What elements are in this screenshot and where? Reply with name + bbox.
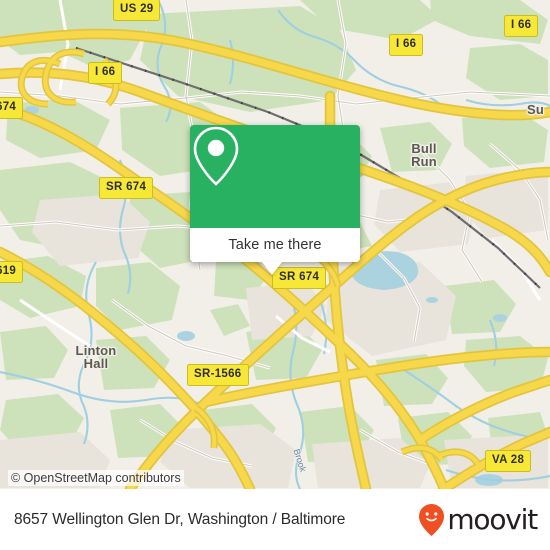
highway-shield-sr-1566[interactable]: SR-1566: [187, 364, 249, 386]
moovit-smiley-pin-icon: [419, 503, 445, 536]
popup-footer[interactable]: Take me there: [190, 228, 360, 275]
highway-shield-sr-674-west[interactable]: SR 674: [99, 177, 154, 199]
map-screenshot: Bull Run Linton Hall Su Brook US 29 I 66…: [0, 0, 550, 550]
highway-shield-us-29[interactable]: US 29: [113, 0, 161, 21]
take-me-there-label: Take me there: [228, 237, 322, 253]
popup-header: [190, 125, 360, 228]
highway-shield-i-66-east[interactable]: I 66: [504, 15, 539, 37]
highway-shield-va-28[interactable]: VA 28: [485, 450, 532, 472]
moovit-brand[interactable]: moovit: [418, 502, 538, 537]
popup-pointer: [262, 262, 282, 275]
moovit-wordmark: moovit: [447, 502, 538, 536]
location-popup[interactable]: Take me there: [190, 125, 360, 275]
map-pin-icon: [193, 126, 239, 186]
footer-address-text: 8657 Wellington Glen Dr, Washington / Ba…: [14, 510, 346, 528]
highway-shield-i-66-west[interactable]: I 66: [88, 62, 123, 84]
osm-attribution[interactable]: © OpenStreetMap contributors: [8, 470, 184, 486]
highway-shield-674-edge[interactable]: 674: [0, 97, 24, 119]
highway-shield-619-edge[interactable]: 619: [0, 261, 24, 283]
map-canvas[interactable]: Bull Run Linton Hall Su Brook US 29 I 66…: [0, 0, 550, 489]
highway-shield-i-66-mid[interactable]: I 66: [389, 34, 424, 56]
footer-bar: 8657 Wellington Glen Dr, Washington / Ba…: [0, 489, 550, 550]
